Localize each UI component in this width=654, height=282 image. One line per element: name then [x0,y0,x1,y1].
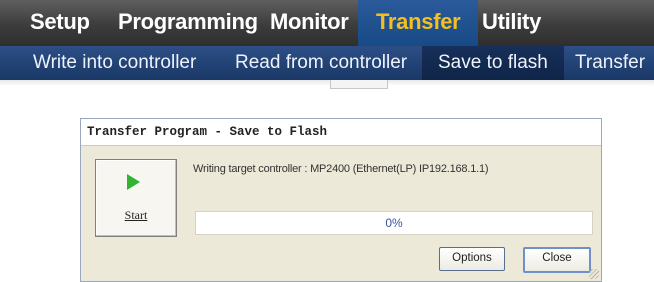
target-controller-info: Writing target controller : MP2400 (Ethe… [193,163,489,175]
toolbar-transfer[interactable]: Transfer [575,46,645,80]
play-icon [127,174,140,190]
options-button[interactable]: Options [439,247,505,271]
dialog-titlebar[interactable]: Transfer Program - Save to Flash [81,119,601,146]
toolbar-read-from-controller[interactable]: Read from controller [235,46,407,80]
menu-utility[interactable]: Utility [482,0,541,46]
menu-programming[interactable]: Programming [118,0,258,46]
progress-label: 0% [385,216,403,230]
menu-monitor[interactable]: Monitor [270,0,349,46]
menu-bar: Setup Programming Monitor Transfer Utili… [0,0,654,46]
close-button[interactable]: Close [523,247,591,273]
toolbar-save-to-flash[interactable]: Save to flash [422,46,564,80]
resize-grip-icon[interactable] [589,269,599,279]
menu-setup[interactable]: Setup [30,0,90,46]
toolbar-shadow [0,80,654,86]
background-panel-edge [330,80,388,89]
save-to-flash-dialog: Transfer Program - Save to Flash Start W… [80,118,602,282]
menu-transfer[interactable]: Transfer [358,0,479,46]
dialog-title: Transfer Program - Save to Flash [87,125,328,139]
transfer-toolbar: Write into controller Read from controll… [0,46,654,80]
progress-bar: 0% [195,211,593,235]
start-button-label: Start [124,208,148,222]
toolbar-write-into-controller[interactable]: Write into controller [33,46,196,80]
start-button[interactable]: Start [95,159,177,237]
